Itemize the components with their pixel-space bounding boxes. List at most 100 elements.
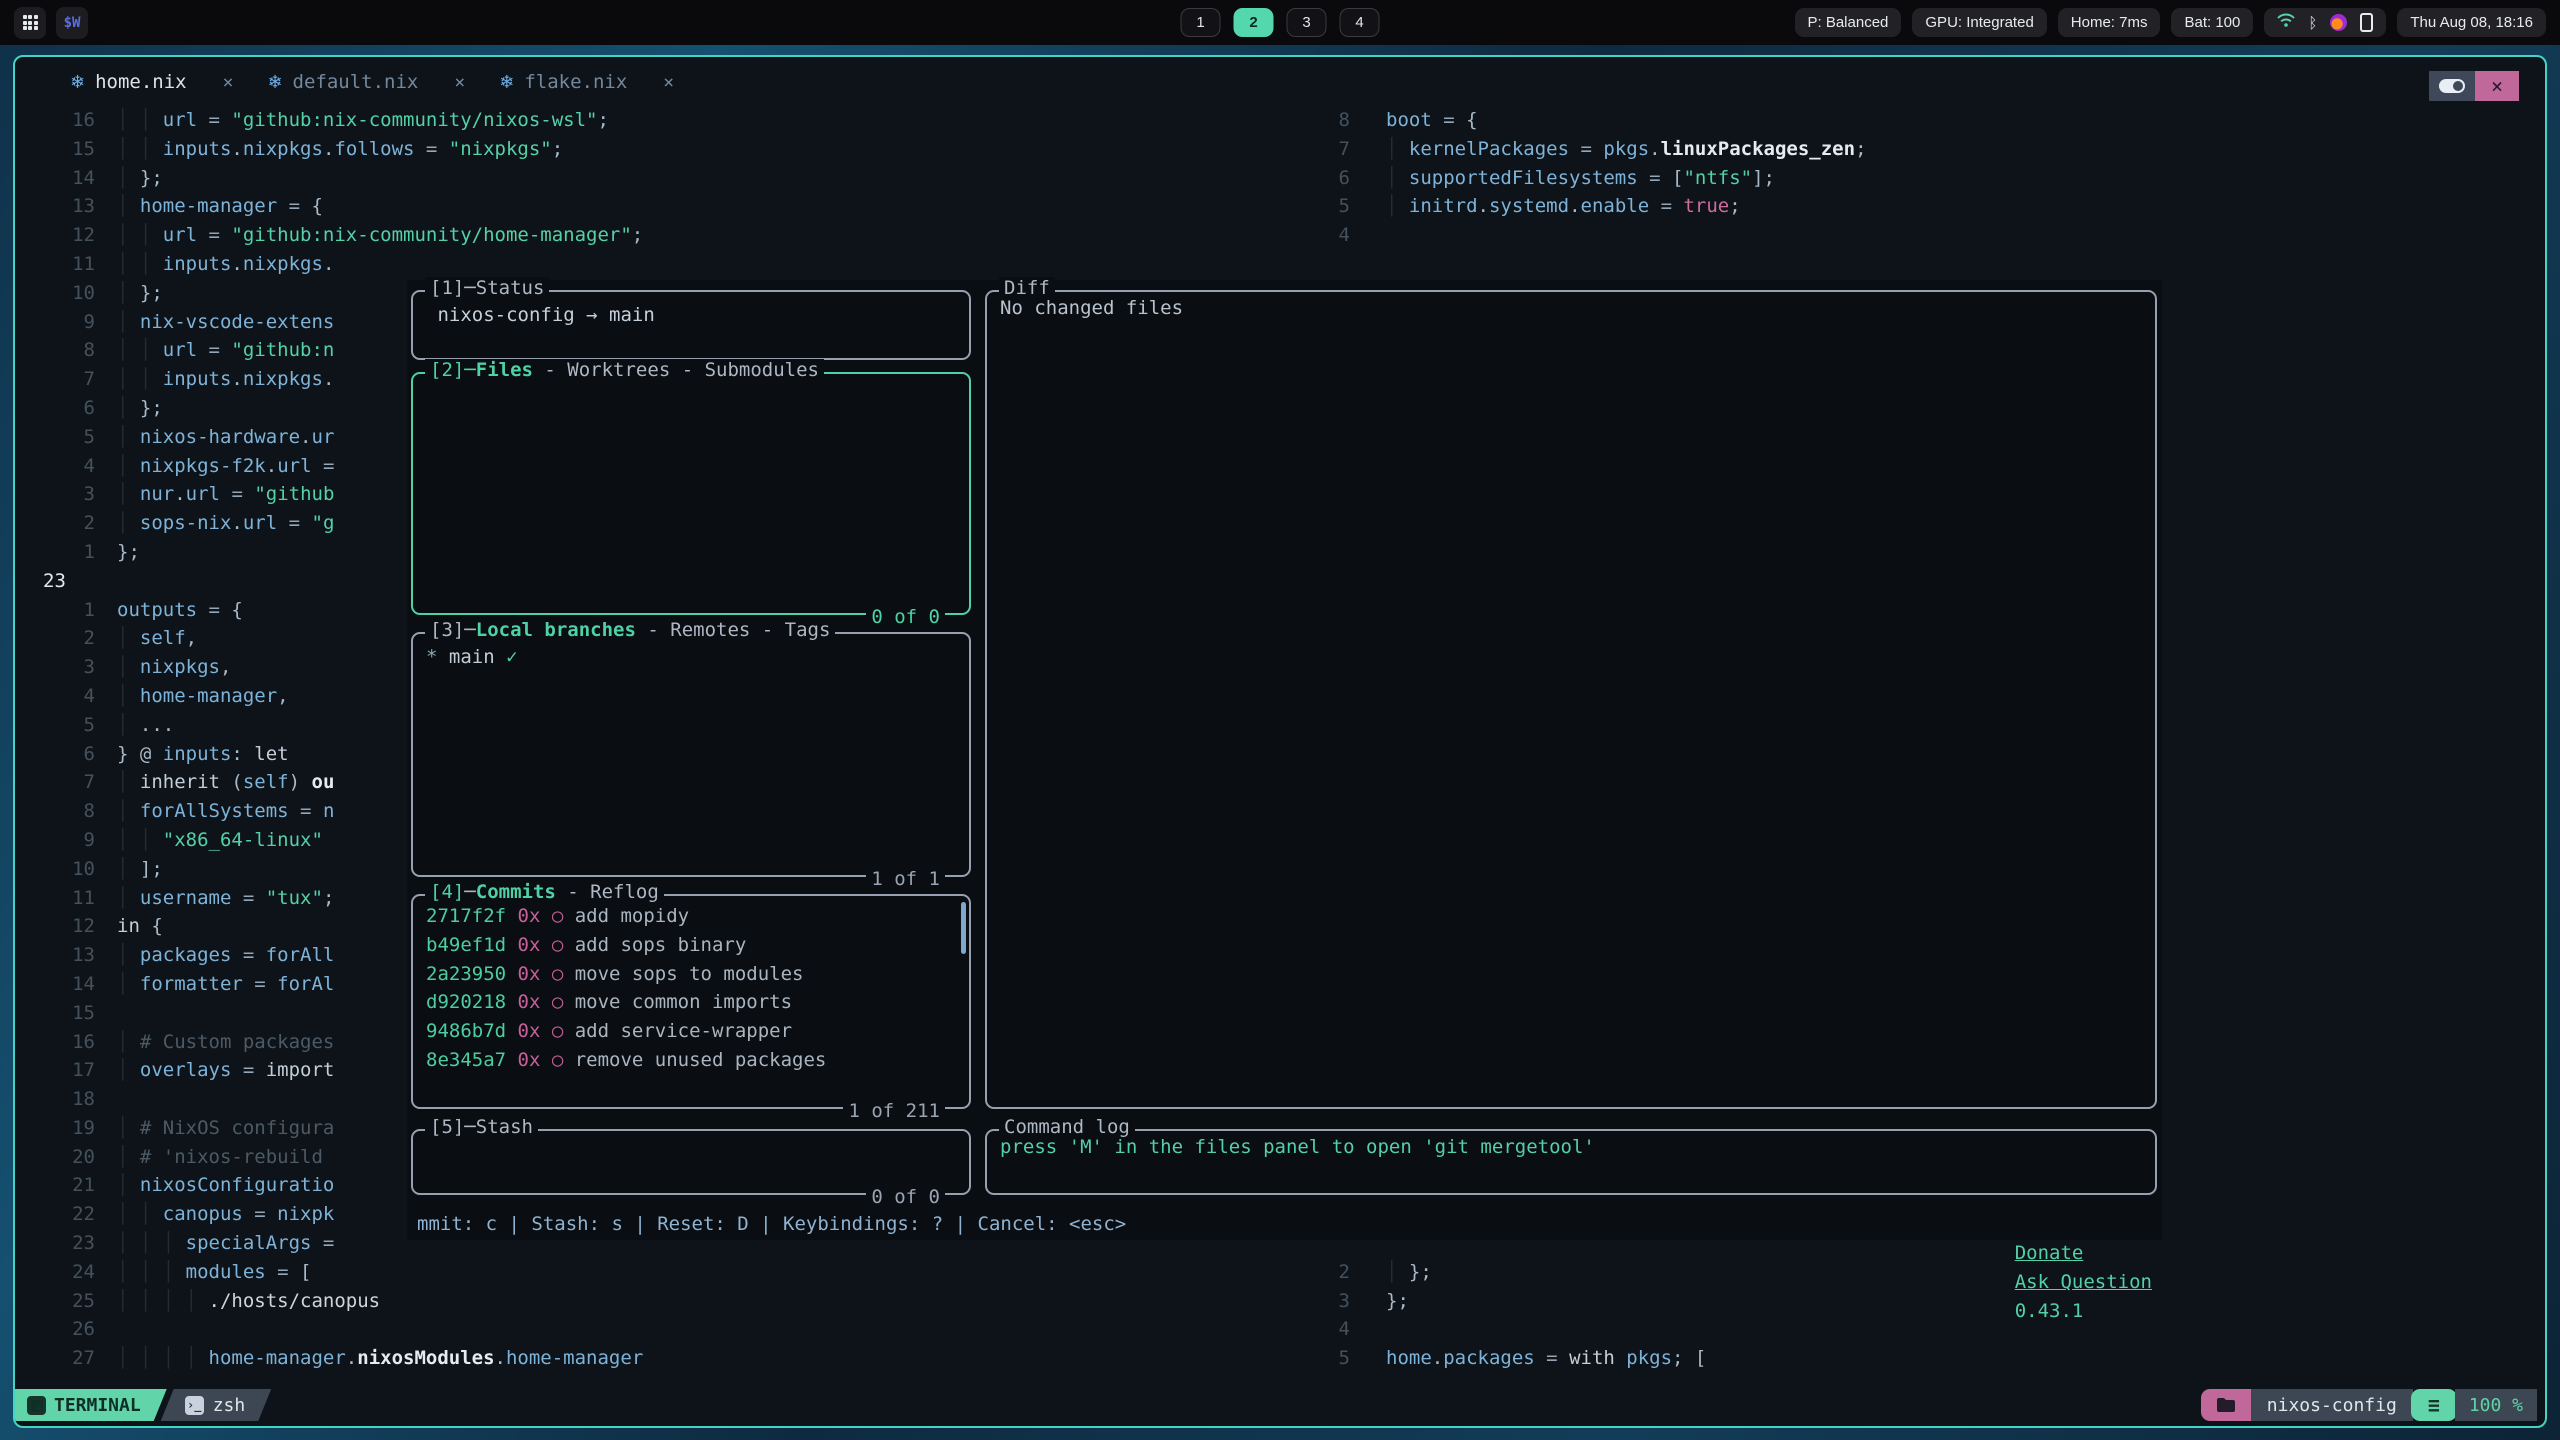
lazygit-commits-panel[interactable]: [4]─Commits - Reflog 2717f2f 0x ○ add mo… [411, 894, 971, 1109]
line-number: 20 [15, 1143, 95, 1172]
terminal-prompt-icon: ›_ [185, 1396, 204, 1415]
app-launcher-button[interactable] [14, 7, 46, 39]
apps-grid-icon [23, 15, 38, 30]
editor-tab-bar: ❄ home.nix × ❄ default.nix × ❄ flake.nix… [15, 57, 2545, 107]
phone-icon[interactable] [2360, 13, 2373, 32]
line-number: 5 [15, 711, 95, 740]
commit-row[interactable]: 8e345a7 0x ○ remove unused packages [426, 1046, 956, 1075]
code-line: 12│ │ url = "github:nix-community/home-m… [15, 221, 643, 250]
line-number: 3 [15, 653, 95, 682]
media-icon[interactable] [2330, 14, 2347, 31]
workspace-button-2-active[interactable]: 2 [1234, 8, 1274, 37]
commit-row[interactable]: 9486b7d 0x ○ add service-wrapper [426, 1017, 956, 1046]
tab-close-icon[interactable]: × [454, 72, 465, 93]
lazygit-version: 0.43.1 [2015, 1300, 2084, 1322]
workspace-switcher: 1 2 3 4 [1181, 0, 1380, 45]
tab-close-icon[interactable]: × [223, 72, 234, 93]
lazygit-keybindings-bar: mmit: c | Stash: s | Reset: D | Keybindi… [417, 1210, 2152, 1355]
line-number: 9 [15, 308, 95, 337]
line-number: 15 [15, 999, 95, 1028]
shell-logo-button[interactable]: $W [56, 7, 88, 39]
desktop: $W 1 2 3 4 P: Balanced GPU: Integrated H… [0, 0, 2560, 1440]
zellij-logo-icon [27, 1396, 46, 1415]
line-number: 16 [15, 106, 95, 135]
mode-badge: TERMINAL [15, 1389, 167, 1421]
system-tray: ᛒ [2264, 8, 2386, 37]
topbar-left-group: $W [14, 0, 88, 45]
tab-default-nix[interactable]: ❄ default.nix × [267, 71, 465, 93]
line-number: 5 [15, 423, 95, 452]
line-number: 12 [15, 221, 95, 250]
stash-count: 0 of 0 [866, 1186, 945, 1208]
shell-logo-icon: $W [64, 15, 81, 31]
nix-snowflake-icon: ❄ [70, 72, 85, 93]
branch-list-item[interactable]: * main ✓ [413, 634, 969, 681]
code-line: 13│ home-manager = { [15, 192, 643, 221]
lazygit-popup: [1]─Status nixos-config → main [2]─Files… [407, 280, 2162, 1240]
folder-icon [2216, 1397, 2236, 1413]
statusbar-right: nixos-config ≡ 100 % [2201, 1389, 2537, 1421]
tab-flake-nix[interactable]: ❄ flake.nix × [499, 71, 674, 93]
power-profile-badge: P: Balanced [1795, 8, 1902, 37]
lazygit-command-log-panel[interactable]: Command log press 'M' in the files panel… [985, 1129, 2157, 1195]
clock: Thu Aug 08, 18:16 [2397, 8, 2546, 37]
tab-home-nix[interactable]: ❄ home.nix × [70, 71, 233, 93]
nix-snowflake-icon: ❄ [267, 72, 282, 93]
lazygit-status-panel[interactable]: [1]─Status nixos-config → main [411, 290, 971, 360]
top-status-bar: $W 1 2 3 4 P: Balanced GPU: Integrated H… [0, 0, 2560, 45]
line-number: 8 [15, 336, 95, 365]
code-line: 15│ │ inputs.nixpkgs.follows = "nixpkgs"… [15, 135, 643, 164]
ask-question-link[interactable]: Ask Question [2015, 1271, 2152, 1293]
toggle-icon [2439, 79, 2465, 93]
commit-row[interactable]: 2a23950 0x ○ move sops to modules [426, 960, 956, 989]
workspace-button-1[interactable]: 1 [1181, 8, 1221, 37]
code-line: 8boot = { [1322, 106, 1867, 135]
line-number: 4 [15, 682, 95, 711]
line-number [1322, 250, 1350, 279]
close-window-button[interactable]: × [2475, 71, 2519, 101]
ping-badge: Home: 7ms [2058, 8, 2161, 37]
lazygit-branches-panel[interactable]: [3]─Local branches - Remotes - Tags * ma… [411, 632, 971, 877]
line-number: 7 [15, 768, 95, 797]
scroll-list-icon: ≡ [2411, 1389, 2457, 1421]
commits-scrollbar[interactable] [961, 902, 966, 954]
mode-label: TERMINAL [54, 1395, 141, 1416]
lazygit-files-panel[interactable]: [2]─Files - Worktrees - Submodules 0 of … [411, 372, 971, 615]
tab-close-icon[interactable]: × [663, 72, 674, 93]
branches-count: 1 of 1 [866, 868, 945, 890]
commit-list: 2717f2f 0x ○ add mopidyb49ef1d 0x ○ add … [413, 896, 969, 1084]
tab-label: default.nix [293, 71, 419, 93]
line-number: 2 [15, 624, 95, 653]
commit-row[interactable]: 2717f2f 0x ○ add mopidy [426, 902, 956, 931]
workspace-button-4[interactable]: 4 [1340, 8, 1380, 37]
line-number: 11 [15, 250, 95, 279]
line-number: 8 [15, 797, 95, 826]
keybindings-hint: mmit: c | Stash: s | Reset: D | Keybindi… [417, 1210, 1126, 1355]
project-folder-segment [2201, 1389, 2251, 1421]
tab-label: flake.nix [524, 71, 627, 93]
bluetooth-icon[interactable]: ᛒ [2308, 14, 2317, 32]
line-number: 24 [15, 1258, 95, 1287]
commit-row[interactable]: b49ef1d 0x ○ add sops binary [426, 931, 956, 960]
line-number: 14 [15, 970, 95, 999]
float-toggle-button[interactable] [2429, 71, 2475, 101]
line-number: 22 [15, 1200, 95, 1229]
line-number: 5 [1322, 192, 1350, 221]
window-controls: × [2429, 71, 2519, 101]
code-line: 7│ kernelPackages = pkgs.linuxPackages_z… [1322, 135, 1867, 164]
pane-tab-zsh[interactable]: ›_ zsh [161, 1389, 272, 1421]
commits-count: 1 of 211 [843, 1100, 945, 1122]
commit-row[interactable]: d920218 0x ○ move common imports [426, 988, 956, 1017]
lazygit-diff-panel[interactable]: Diff No changed files [985, 290, 2157, 1109]
workspace-button-3[interactable]: 3 [1287, 8, 1327, 37]
lazygit-stash-panel[interactable]: [5]─Stash 0 of 0 [411, 1129, 971, 1195]
wifi-icon[interactable] [2277, 13, 2295, 32]
line-number: 4 [15, 452, 95, 481]
line-number: 1 [15, 538, 95, 567]
repo-branch-status: nixos-config → main [413, 292, 969, 339]
line-number: 18 [15, 1085, 95, 1114]
donate-link[interactable]: Donate [2015, 1242, 2084, 1264]
line-number: 6 [1322, 164, 1350, 193]
line-number: 7 [15, 365, 95, 394]
code-line: 6│ supportedFilesystems = ["ntfs"]; [1322, 164, 1867, 193]
